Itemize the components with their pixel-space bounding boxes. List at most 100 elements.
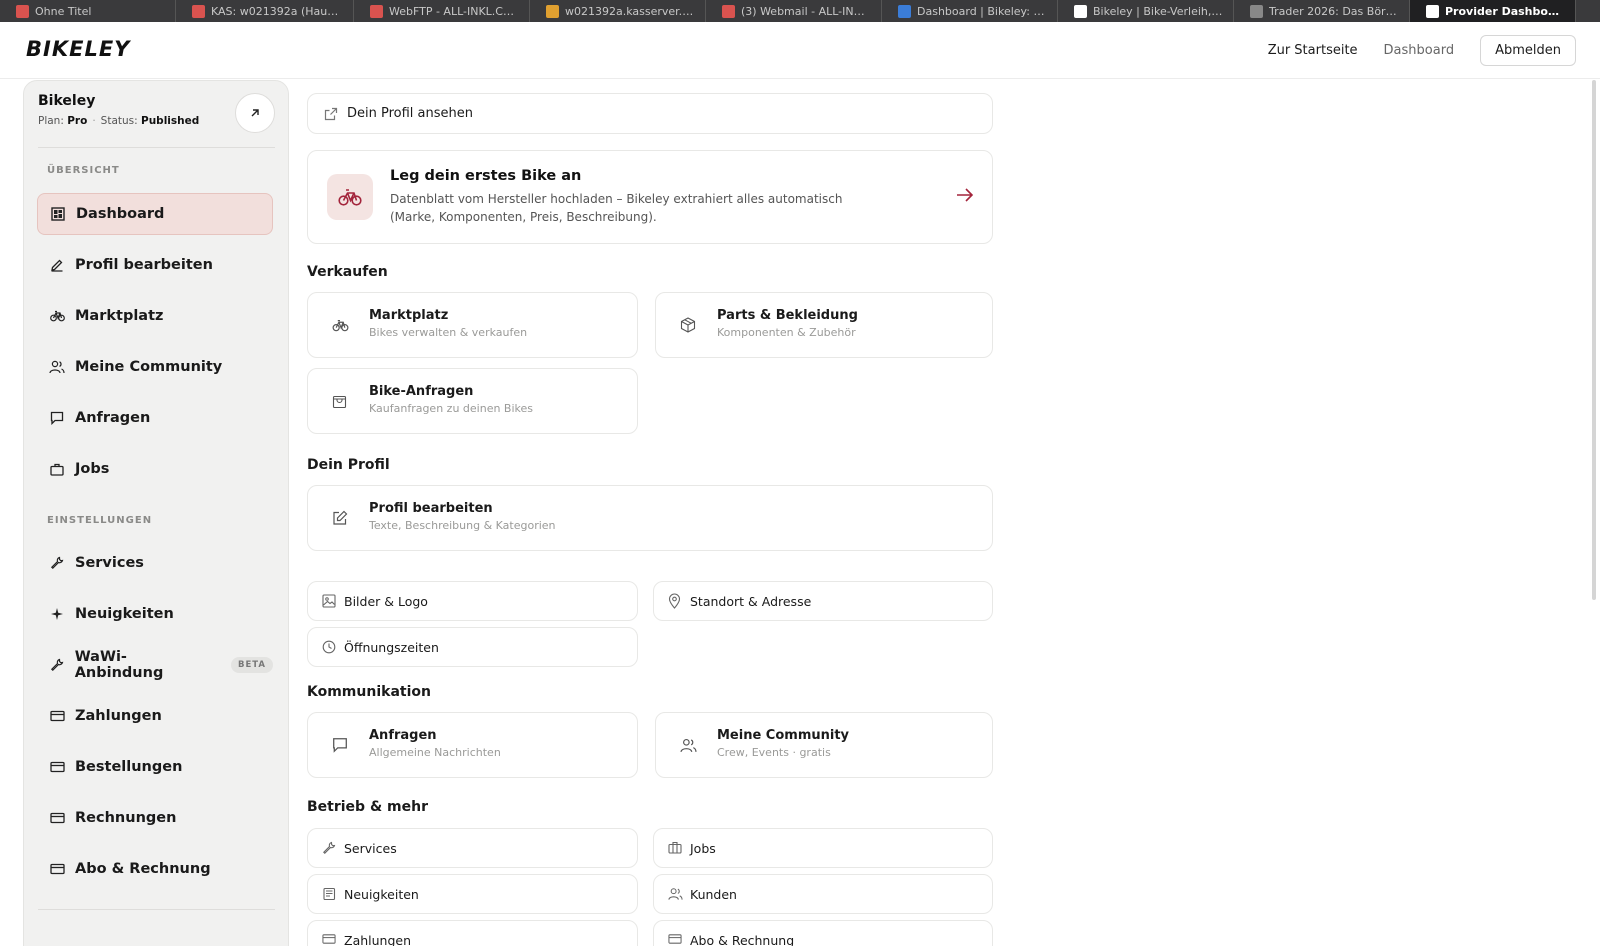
bikeley-logo[interactable]: BIKELEY: [26, 37, 160, 64]
services-label: Services: [344, 841, 397, 856]
first-bike-card[interactable]: Leg dein erstes Bike an Datenblatt vom H…: [307, 150, 993, 244]
browser-tab[interactable]: WebFTP - ALL-INKL.COM: [354, 0, 530, 22]
sidebar-item-invoices[interactable]: Rechnungen: [37, 797, 273, 839]
top-nav: Zur Startseite Dashboard Abmelden: [1268, 35, 1576, 66]
home-link[interactable]: Zur Startseite: [1268, 43, 1358, 58]
sidebar-item-label: Meine Community: [75, 359, 223, 375]
sidebar-item-orders[interactable]: Bestellungen: [37, 746, 273, 788]
profile-edit-title: Profil bearbeiten: [369, 501, 493, 516]
view-profile-card[interactable]: Dein Profil ansehen: [307, 93, 993, 134]
tab-label: w021392a.kasserver.co...: [565, 4, 695, 18]
inquiries-card-subtitle: Allgemeine Nachrichten: [369, 746, 501, 759]
browser-tab[interactable]: Dashboard | Bikeley: To...: [882, 0, 1058, 22]
sidebar-item-payments[interactable]: Zahlungen: [37, 695, 273, 737]
sidebar-divider: [38, 909, 275, 910]
images-logo-label: Bilder & Logo: [344, 594, 428, 609]
inquiries-card[interactable]: Anfragen Allgemeine Nachrichten: [307, 712, 638, 778]
top-header: BIKELEY Zur Startseite Dashboard Abmelde…: [0, 22, 1600, 79]
sidebar-item-label: Bestellungen: [75, 759, 183, 775]
opening-hours-card[interactable]: Öffnungszeiten: [307, 627, 638, 667]
images-logo-card[interactable]: Bilder & Logo: [307, 581, 638, 621]
parts-card-title: Parts & Bekleidung: [717, 308, 858, 323]
parts-card[interactable]: Parts & Bekleidung Komponenten & Zubehör: [655, 292, 993, 358]
browser-tab[interactable]: KAS: w021392a (Haupta...: [176, 0, 354, 22]
first-bike-title: Leg dein erstes Bike an: [390, 168, 582, 184]
sidebar-item-community[interactable]: Meine Community: [37, 346, 273, 388]
tab-favicon-icon: [898, 4, 911, 18]
tab-favicon-icon: [1074, 4, 1087, 18]
tab-favicon-icon: [546, 4, 559, 18]
grid-icon: [50, 206, 66, 222]
subscription-label: Abo & Rechnung: [690, 933, 795, 946]
tab-label: (3) Webmail - ALL-INKL....: [741, 4, 871, 18]
location-card[interactable]: Standort & Adresse: [653, 581, 993, 621]
sidebar-item-label: Abo & Rechnung: [75, 861, 211, 877]
sidebar-item-label: WaWi-Anbindung: [74, 649, 164, 681]
brand-box: Bikeley Plan: Pro · Status: Published: [38, 93, 275, 148]
svg-text:BIKELEY: BIKELEY: [26, 38, 131, 60]
edit-icon: [332, 510, 348, 526]
logout-button[interactable]: Abmelden: [1480, 35, 1576, 66]
browser-tab[interactable]: Provider Dashboard: [1410, 0, 1576, 22]
browser-tab[interactable]: w021392a.kasserver.co...: [530, 0, 706, 22]
browser-tab[interactable]: (3) Webmail - ALL-INKL....: [706, 0, 882, 22]
pencil-icon: [49, 257, 65, 273]
sidebar-item-label: Profil bearbeiten: [75, 257, 213, 273]
sidebar-item-label: Marktplatz: [75, 308, 164, 324]
sidebar-item-services[interactable]: Services: [37, 542, 273, 584]
jobs-card[interactable]: Jobs: [653, 828, 993, 868]
open-external-button[interactable]: [235, 93, 275, 133]
customers-card[interactable]: Kunden: [653, 874, 993, 914]
users-icon: [668, 887, 683, 901]
jobs-label: Jobs: [690, 841, 716, 856]
sidebar-item-market[interactable]: Marktplatz: [37, 295, 273, 337]
bike-icon: [332, 319, 349, 332]
tab-favicon-icon: [370, 4, 383, 18]
tab-label: KAS: w021392a (Haupta...: [211, 4, 343, 18]
sidebar-item-dashboard[interactable]: Dashboard: [37, 193, 273, 235]
community-card[interactable]: Meine Community Crew, Events · gratis: [655, 712, 993, 778]
section-settings-heading: EINSTELLUNGEN: [47, 515, 153, 526]
arrow-right-icon: [956, 187, 974, 207]
inquiries-card-title: Anfragen: [369, 728, 437, 743]
sidebar-item-label: Jobs: [75, 461, 110, 477]
profile-edit-card[interactable]: Profil bearbeiten Texte, Beschreibung & …: [307, 485, 993, 551]
section-profile-heading: Dein Profil: [307, 457, 390, 473]
bike-requests-card[interactable]: Bike-Anfragen Kaufanfragen zu deinen Bik…: [307, 368, 638, 434]
services-card[interactable]: Services: [307, 828, 638, 868]
payments-card[interactable]: Zahlungen: [307, 920, 638, 946]
subscription-card[interactable]: Abo & Rechnung: [653, 920, 993, 946]
image-icon: [322, 594, 336, 608]
arrow-up-right-icon: [251, 109, 259, 117]
news-label: Neuigkeiten: [344, 887, 419, 902]
browser-tab[interactable]: Trader 2026: Das Börse...: [1234, 0, 1410, 22]
credit-card-icon: [49, 810, 65, 826]
sidebar-item-label: Zahlungen: [75, 708, 162, 724]
tab-favicon-icon: [16, 4, 29, 18]
news-card[interactable]: Neuigkeiten: [307, 874, 638, 914]
external-link-icon: [324, 107, 338, 121]
sidebar-item-profile[interactable]: Profil bearbeiten: [37, 244, 273, 286]
credit-card-icon: [322, 933, 336, 945]
credit-card-icon: [668, 933, 682, 945]
market-card[interactable]: Marktplatz Bikes verwalten & verkaufen: [307, 292, 638, 358]
sidebar-item-label: Dashboard: [76, 206, 165, 222]
community-card-subtitle: Crew, Events · gratis: [717, 746, 831, 759]
bike-requests-subtitle: Kaufanfragen zu deinen Bikes: [369, 402, 534, 415]
sidebar-item-news[interactable]: Neuigkeiten: [37, 593, 273, 635]
status-value: Published: [141, 115, 200, 127]
tab-label: Provider Dashboard: [1445, 4, 1565, 18]
credit-card-icon: [49, 861, 65, 877]
browser-tab[interactable]: Ohne Titel: [0, 0, 176, 22]
sidebar-item-inquiries[interactable]: Anfragen: [37, 397, 273, 439]
dashboard-link[interactable]: Dashboard: [1384, 43, 1455, 58]
scrollbar-thumb[interactable]: [1592, 80, 1596, 600]
sidebar-item-wawi[interactable]: WaWi-Anbindung BETA: [37, 644, 273, 686]
section-communication-heading: Kommunikation: [307, 684, 431, 700]
page-scrollbar[interactable]: [1590, 80, 1598, 946]
sidebar-item-jobs[interactable]: Jobs: [37, 448, 273, 490]
market-card-title: Marktplatz: [369, 308, 449, 323]
browser-tab[interactable]: Bikeley | Bike-Verleih, W...: [1058, 0, 1234, 22]
bike-icon: [49, 308, 65, 324]
sidebar-item-subscription[interactable]: Abo & Rechnung: [37, 848, 273, 890]
